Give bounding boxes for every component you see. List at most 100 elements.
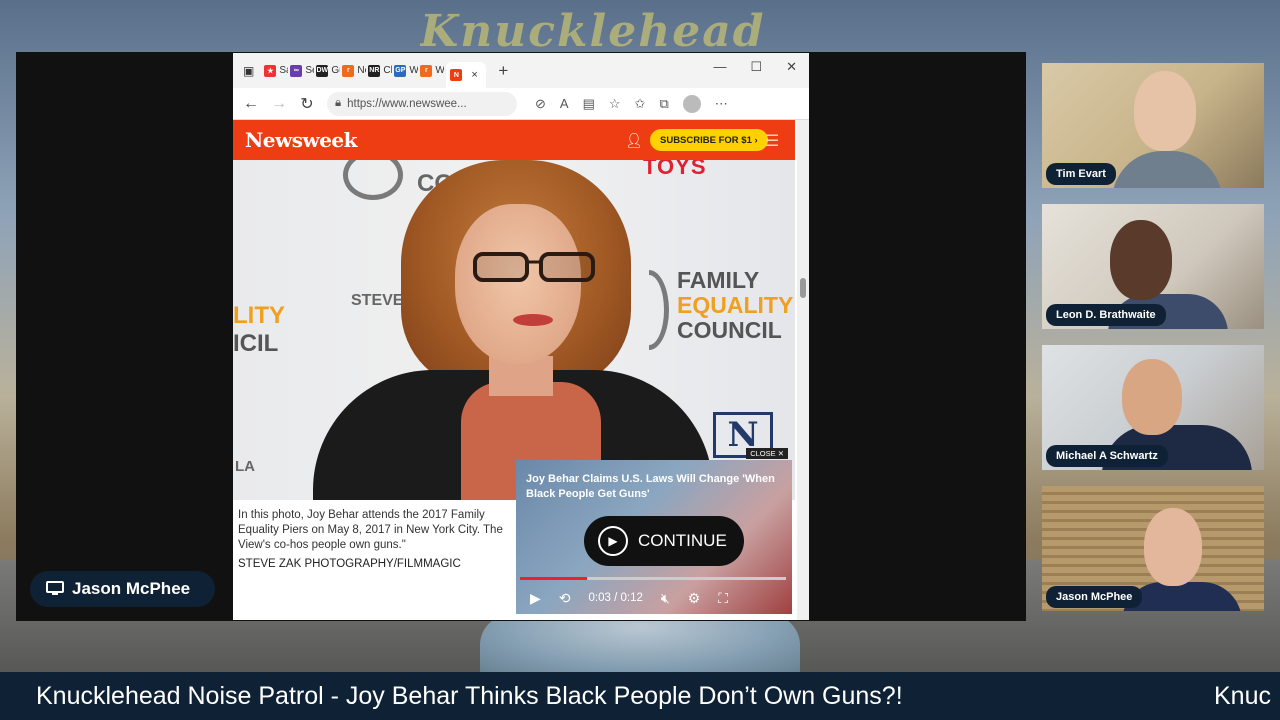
- tab-actions-icon[interactable]: ▣: [243, 64, 254, 78]
- video-time: 0:03 / 0:12: [588, 592, 643, 604]
- tab-label: Wi: [435, 65, 445, 76]
- news-ticker: Knucklehead Noise Patrol - Joy Behar Thi…: [0, 672, 1280, 720]
- refresh-icon[interactable]: ↻: [299, 94, 315, 114]
- subscribe-button[interactable]: SUBSCRIBE FOR $1 ›: [650, 129, 768, 151]
- participant-head: [1122, 359, 1182, 435]
- backdrop-toys-logo: TOYS: [643, 160, 707, 179]
- participant-tile: Michael A Schwartz: [1042, 345, 1264, 470]
- url-text: https://www.newswee...: [347, 97, 467, 110]
- backdrop-family-equality: FAMILY EQUALITY COUNCIL: [677, 267, 794, 343]
- participant-tile: Leon D. Brathwaite: [1042, 204, 1264, 329]
- video-close-bar: CLOSE ✕: [516, 446, 792, 460]
- backdrop-logo-ring-2: [649, 270, 669, 350]
- tab-5[interactable]: GP W: [394, 64, 418, 77]
- participant-head: [1110, 220, 1172, 300]
- video-player[interactable]: Joy Behar Claims U.S. Laws Will Change '…: [516, 460, 792, 614]
- tab-favicon: ∞: [290, 64, 303, 77]
- ticker-text: Knucklehead Noise Patrol - Joy Behar Thi…: [36, 681, 903, 710]
- replay-icon[interactable]: ⟲: [559, 590, 571, 607]
- newsweek-logo[interactable]: Newsweek: [245, 128, 358, 152]
- photo-credit: STEVE ZAK PHOTOGRAPHY/FILMMAGIC: [238, 558, 461, 570]
- tab-label: Ne: [357, 65, 366, 76]
- back-icon[interactable]: ←: [243, 95, 259, 113]
- forward-icon[interactable]: →: [271, 95, 287, 113]
- url-field[interactable]: 🔒︎ https://www.newswee...: [327, 91, 517, 116]
- tab-favicon: GP: [394, 64, 407, 77]
- page-scrollbar[interactable]: [797, 120, 809, 620]
- tab-bar: ▣ ★Sa ∞Se DWGu rNe NRCh GPW rWi N × + — …: [233, 53, 809, 88]
- tab-favicon: r: [420, 64, 433, 77]
- participant-head: [1134, 71, 1196, 151]
- tab-favicon: NR: [368, 64, 381, 77]
- participant-name: Tim Evart: [1046, 163, 1116, 185]
- participant-name: Leon D. Brathwaite: [1046, 304, 1166, 326]
- newsweek-header: Newsweek 👤︎ SUBSCRIBE FOR $1 › ☰: [233, 120, 795, 160]
- participant-name: Michael A Schwartz: [1046, 445, 1168, 467]
- monitor-icon: [46, 581, 64, 595]
- continue-button[interactable]: ▶ CONTINUE: [584, 516, 744, 566]
- subject-glasses: [473, 252, 595, 282]
- window-controls: — ☐ ✕: [713, 59, 797, 75]
- new-tab-button[interactable]: +: [498, 61, 508, 81]
- tab-4[interactable]: NRCh: [368, 64, 392, 77]
- browser-window: ▣ ★Sa ∞Se DWGu rNe NRCh GPW rWi N × + — …: [233, 53, 809, 620]
- close-window-icon[interactable]: ✕: [786, 59, 797, 75]
- tab-label: Se: [305, 65, 314, 76]
- participant-body: [1112, 151, 1222, 188]
- tab-3[interactable]: rNe: [342, 64, 366, 77]
- participant-tile: Jason McPhee: [1042, 486, 1264, 611]
- collections-icon[interactable]: ⧉: [659, 96, 668, 112]
- settings-gear-icon[interactable]: ⚙: [688, 590, 701, 607]
- tab-favicon: ★: [264, 64, 277, 77]
- fullscreen-icon[interactable]: ⛶: [718, 590, 728, 607]
- backdrop-logo-ring: [343, 160, 403, 200]
- maximize-icon[interactable]: ☐: [750, 59, 762, 75]
- tab-favicon: DW: [316, 64, 329, 77]
- more-options-icon[interactable]: ⋯: [715, 96, 728, 112]
- background-mascot: [480, 615, 800, 675]
- tab-label: Sa: [279, 65, 288, 76]
- address-bar-icons: ⊘ A ▤ ☆ ✩ ⧉ ⋯: [535, 94, 728, 113]
- presenter-tag: Jason McPhee: [30, 571, 215, 607]
- reader-view-icon[interactable]: ▤: [583, 96, 595, 112]
- read-aloud-icon[interactable]: A: [560, 96, 569, 111]
- profile-avatar[interactable]: [682, 94, 701, 113]
- tab-favicon: r: [342, 64, 355, 77]
- subject-face: [455, 204, 581, 364]
- tab-0[interactable]: ★Sa: [264, 64, 288, 77]
- participant-tile: Tim Evart: [1042, 63, 1264, 188]
- play-circle-icon: ▶: [598, 526, 628, 556]
- lock-icon: 🔒︎: [335, 97, 342, 109]
- participant-name: Jason McPhee: [1046, 586, 1143, 608]
- mute-icon[interactable]: 🔇︎: [661, 590, 670, 607]
- tab-label: Ch: [383, 65, 392, 76]
- favorites-icon[interactable]: ✩: [635, 96, 646, 112]
- tab-active-newsweek[interactable]: N ×: [446, 62, 487, 88]
- minimize-icon[interactable]: —: [713, 59, 726, 75]
- photo-caption: In this photo, Joy Behar attends the 201…: [238, 509, 503, 551]
- video-progress-bar[interactable]: [520, 577, 786, 580]
- backdrop-la: LA: [235, 458, 255, 475]
- video-headline: Joy Behar Claims U.S. Laws Will Change '…: [526, 473, 775, 500]
- address-bar: ← → ↻ 🔒︎ https://www.newswee... ⊘ A ▤ ☆ …: [233, 88, 809, 120]
- tab-6[interactable]: rWi: [420, 64, 445, 77]
- tab-close-icon[interactable]: ×: [471, 69, 477, 81]
- background-title: Knucklehead: [420, 6, 766, 56]
- tab-1[interactable]: ∞Se: [290, 64, 314, 77]
- backdrop-ality: LITY ICIL: [233, 302, 285, 357]
- video-close-button[interactable]: CLOSE ✕: [746, 448, 788, 459]
- hamburger-menu-icon[interactable]: ☰: [765, 131, 779, 151]
- user-icon[interactable]: 👤︎: [625, 132, 643, 149]
- play-icon[interactable]: ▶: [530, 590, 541, 607]
- tab-2[interactable]: DWGu: [316, 64, 340, 77]
- video-progress-fill: [520, 577, 587, 580]
- video-controls: ▶ ⟲ 0:03 / 0:12 🔇︎ ⚙ ⛶: [516, 582, 792, 614]
- ticker-text-repeat: Knuc: [1214, 681, 1271, 710]
- presenter-name: Jason McPhee: [72, 579, 191, 598]
- newsweek-page: Newsweek 👤︎ SUBSCRIBE FOR $1 › ☰ CO TOYS…: [233, 120, 809, 620]
- favorite-add-icon[interactable]: ☆: [609, 96, 621, 112]
- scrollbar-thumb[interactable]: [800, 278, 806, 298]
- continue-label: CONTINUE: [638, 531, 727, 550]
- newsweek-favicon: N: [450, 69, 463, 81]
- tracking-icon[interactable]: ⊘: [535, 96, 546, 112]
